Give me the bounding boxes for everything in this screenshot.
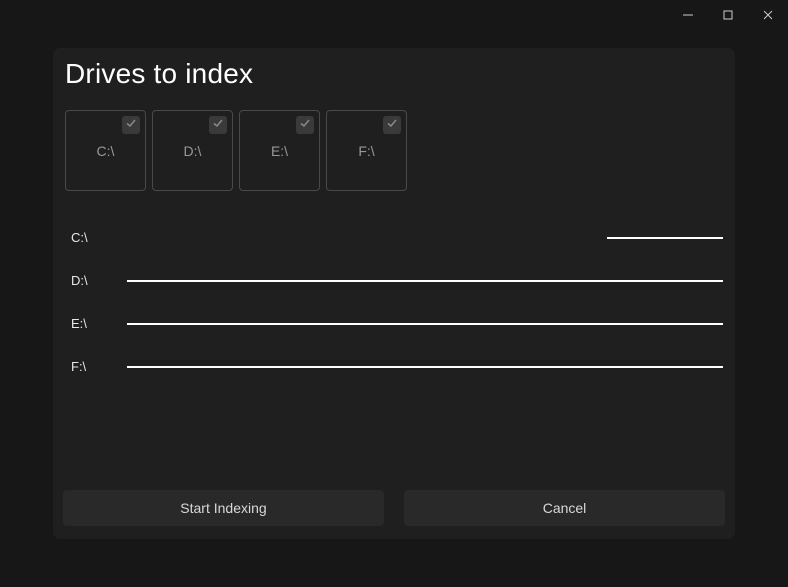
- progress-track-c: [607, 237, 723, 239]
- button-row: Start Indexing Cancel: [63, 490, 725, 526]
- progress-row-d: D:\: [71, 273, 723, 288]
- progress-row-e: E:\: [71, 316, 723, 331]
- progress-fill: [127, 366, 723, 368]
- drive-tile-label: D:\: [184, 143, 202, 159]
- cancel-button[interactable]: Cancel: [404, 490, 725, 526]
- maximize-button[interactable]: [708, 4, 748, 28]
- check-icon: [125, 116, 137, 134]
- start-indexing-button[interactable]: Start Indexing: [63, 490, 384, 526]
- minimize-icon: [683, 7, 693, 25]
- panel-title: Drives to index: [65, 58, 723, 90]
- progress-row-f: F:\: [71, 359, 723, 374]
- progress-fill: [607, 237, 723, 239]
- drive-tile-label: F:\: [358, 143, 374, 159]
- drive-tile-d[interactable]: D:\: [152, 110, 233, 191]
- drive-tile-label: C:\: [97, 143, 115, 159]
- drive-tile-label: E:\: [271, 143, 288, 159]
- minimize-button[interactable]: [668, 4, 708, 28]
- maximize-icon: [723, 7, 733, 25]
- check-icon: [386, 116, 398, 134]
- drive-e-checkbox[interactable]: [296, 116, 314, 134]
- progress-label: F:\: [71, 359, 95, 374]
- progress-track-e: [127, 323, 723, 325]
- progress-label: E:\: [71, 316, 95, 331]
- progress-fill: [127, 280, 723, 282]
- drive-f-checkbox[interactable]: [383, 116, 401, 134]
- drive-c-checkbox[interactable]: [122, 116, 140, 134]
- drives-panel: Drives to index C:\ D:\ E:\ F:\: [53, 48, 735, 539]
- progress-fill: [127, 323, 723, 325]
- check-icon: [212, 116, 224, 134]
- check-icon: [299, 116, 311, 134]
- progress-label: C:\: [71, 230, 95, 245]
- close-icon: [763, 7, 773, 25]
- drive-d-checkbox[interactable]: [209, 116, 227, 134]
- progress-track-f: [127, 366, 723, 368]
- window-titlebar: [0, 0, 788, 30]
- drive-tile-e[interactable]: E:\: [239, 110, 320, 191]
- progress-label: D:\: [71, 273, 95, 288]
- drive-tiles-row: C:\ D:\ E:\ F:\: [65, 110, 723, 191]
- progress-row-c: C:\: [71, 230, 723, 245]
- progress-track-d: [127, 280, 723, 282]
- progress-list: C:\ D:\ E:\ F:\: [65, 230, 723, 374]
- close-button[interactable]: [748, 4, 788, 28]
- drive-tile-f[interactable]: F:\: [326, 110, 407, 191]
- drive-tile-c[interactable]: C:\: [65, 110, 146, 191]
